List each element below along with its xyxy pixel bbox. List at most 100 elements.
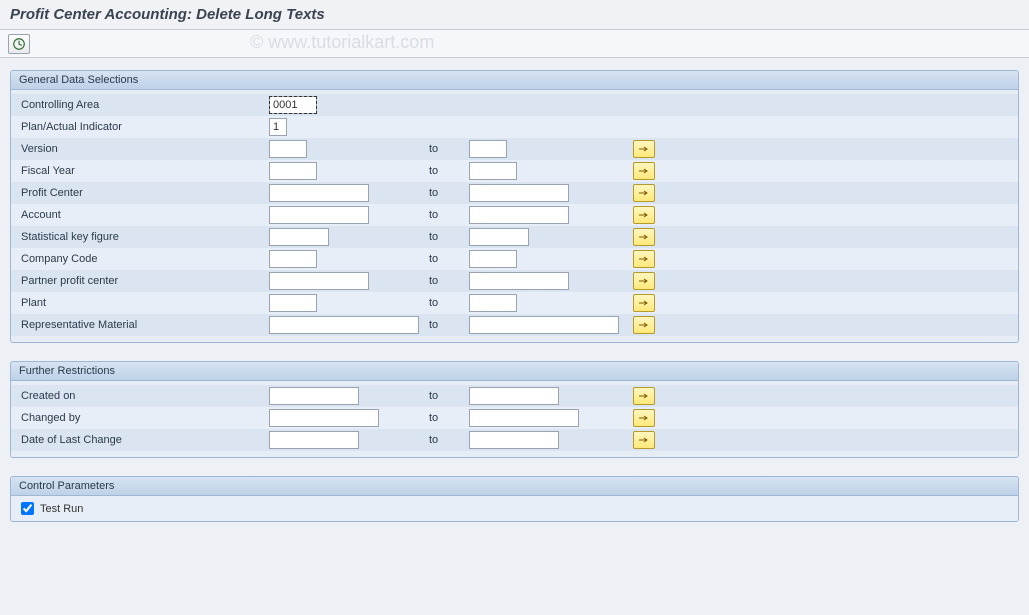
input-changed-by-to[interactable] [469,409,579,427]
row-changed-by: Changed by to [11,407,1018,429]
to-label-account: to [429,209,469,221]
content-area: General Data Selections Controlling Area… [0,58,1029,550]
input-stat-key-to[interactable] [469,228,529,246]
arrow-right-icon [638,144,650,154]
row-plan-actual: Plan/Actual Indicator [11,116,1018,138]
arrow-right-icon [638,188,650,198]
label-plan-actual: Plan/Actual Indicator [19,121,269,133]
input-rep-material-to[interactable] [469,316,619,334]
input-account-from[interactable] [269,206,369,224]
multi-select-account[interactable] [633,206,655,224]
multi-select-last-change[interactable] [633,431,655,449]
arrow-right-icon [638,166,650,176]
to-label-rep-material: to [429,319,469,331]
arrow-right-icon [638,320,650,330]
arrow-right-icon [638,298,650,308]
arrow-right-icon [638,276,650,286]
arrow-right-icon [638,435,650,445]
label-partner-pc: Partner profit center [19,275,269,287]
multi-select-created-on[interactable] [633,387,655,405]
input-stat-key-from[interactable] [269,228,329,246]
group-body-further: Created on to Changed by to Date of Last… [11,381,1018,457]
input-changed-by-from[interactable] [269,409,379,427]
label-fiscal-year: Fiscal Year [19,165,269,177]
label-test-run: Test Run [40,503,83,515]
group-body-general: Controlling Area Plan/Actual Indicator V… [11,90,1018,342]
label-profit-center: Profit Center [19,187,269,199]
group-general-data: General Data Selections Controlling Area… [10,70,1019,343]
multi-select-profit-center[interactable] [633,184,655,202]
multi-select-stat-key[interactable] [633,228,655,246]
input-plant-from[interactable] [269,294,317,312]
input-company-code-to[interactable] [469,250,517,268]
to-label-stat-key: to [429,231,469,243]
input-last-change-to[interactable] [469,431,559,449]
label-version: Version [19,143,269,155]
row-profit-center: Profit Center to [11,182,1018,204]
label-account: Account [19,209,269,221]
execute-button[interactable] [8,34,30,54]
to-label-plant: to [429,297,469,309]
input-profit-center-from[interactable] [269,184,369,202]
input-company-code-from[interactable] [269,250,317,268]
to-label-profit-center: to [429,187,469,199]
to-label-company-code: to [429,253,469,265]
row-plant: Plant to [11,292,1018,314]
input-last-change-from[interactable] [269,431,359,449]
row-stat-key-figure: Statistical key figure to [11,226,1018,248]
group-further-restrictions: Further Restrictions Created on to Chang… [10,361,1019,458]
title-bar: Profit Center Accounting: Delete Long Te… [0,0,1029,30]
row-partner-pc: Partner profit center to [11,270,1018,292]
to-label-partner-pc: to [429,275,469,287]
checkbox-test-run[interactable] [21,502,34,515]
input-fiscal-year-from[interactable] [269,162,317,180]
input-controlling-area[interactable] [269,96,317,114]
to-label-changed-by: to [429,412,469,424]
multi-select-company-code[interactable] [633,250,655,268]
to-label-fiscal-year: to [429,165,469,177]
row-test-run: Test Run [11,496,1018,521]
row-account: Account to [11,204,1018,226]
input-created-on-to[interactable] [469,387,559,405]
input-partner-pc-from[interactable] [269,272,369,290]
label-rep-material: Representative Material [19,319,269,331]
multi-select-fiscal-year[interactable] [633,162,655,180]
input-version-from[interactable] [269,140,307,158]
row-rep-material: Representative Material to [11,314,1018,336]
label-plant: Plant [19,297,269,309]
input-fiscal-year-to[interactable] [469,162,517,180]
input-plant-to[interactable] [469,294,517,312]
input-plan-actual[interactable] [269,118,287,136]
arrow-right-icon [638,413,650,423]
arrow-right-icon [638,254,650,264]
to-label-version: to [429,143,469,155]
group-header-general: General Data Selections [11,71,1018,90]
multi-select-rep-material[interactable] [633,316,655,334]
row-last-change: Date of Last Change to [11,429,1018,451]
input-rep-material-from[interactable] [269,316,419,334]
input-profit-center-to[interactable] [469,184,569,202]
input-account-to[interactable] [469,206,569,224]
multi-select-changed-by[interactable] [633,409,655,427]
multi-select-version[interactable] [633,140,655,158]
arrow-right-icon [638,232,650,242]
multi-select-plant[interactable] [633,294,655,312]
multi-select-partner-pc[interactable] [633,272,655,290]
to-label-last-change: to [429,434,469,446]
page-title: Profit Center Accounting: Delete Long Te… [10,6,1019,23]
group-header-control: Control Parameters [11,477,1018,496]
label-company-code: Company Code [19,253,269,265]
row-fiscal-year: Fiscal Year to [11,160,1018,182]
label-created-on: Created on [19,390,269,402]
arrow-right-icon [638,210,650,220]
row-created-on: Created on to [11,385,1018,407]
input-created-on-from[interactable] [269,387,359,405]
input-partner-pc-to[interactable] [469,272,569,290]
input-version-to[interactable] [469,140,507,158]
to-label-created-on: to [429,390,469,402]
row-controlling-area: Controlling Area [11,94,1018,116]
row-version: Version to [11,138,1018,160]
label-changed-by: Changed by [19,412,269,424]
label-last-change: Date of Last Change [19,434,269,446]
arrow-right-icon [638,391,650,401]
